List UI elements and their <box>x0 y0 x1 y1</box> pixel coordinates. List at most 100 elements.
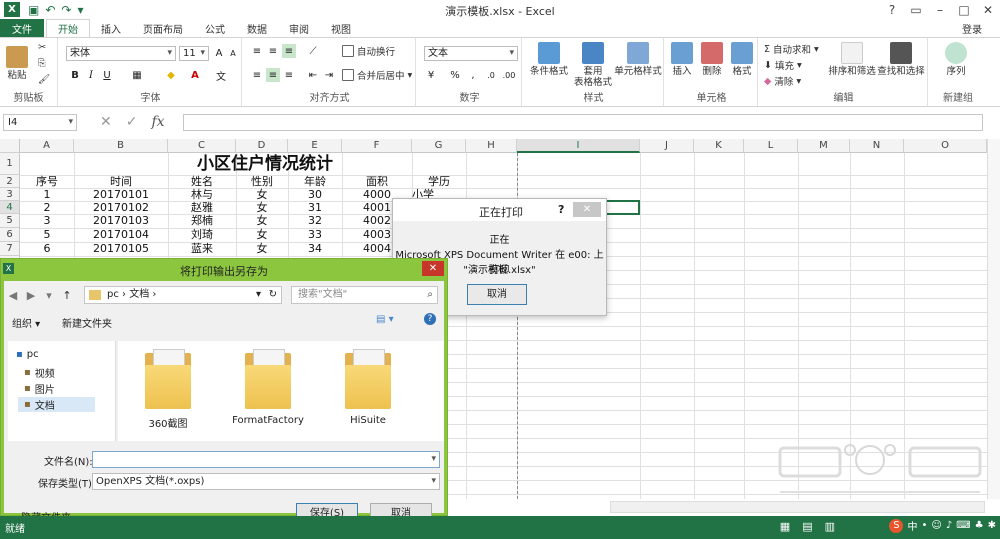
printing-close-icon[interactable]: ✕ <box>573 202 601 217</box>
bottom-align-icon[interactable]: ≡ <box>282 44 296 58</box>
nav-item-pictures[interactable]: ▪ 图片 <box>24 381 55 396</box>
decrease-decimal-icon[interactable]: .00 <box>502 68 516 82</box>
path-segment-pc[interactable]: pc <box>107 289 119 300</box>
number-format-select[interactable]: 文本 <box>424 46 518 61</box>
cancel-entry-icon[interactable]: ✕ <box>100 114 112 130</box>
column-header[interactable]: L <box>744 139 798 153</box>
cell[interactable]: 3 <box>20 214 74 228</box>
autosum-button[interactable]: Σ 自动求和 ▾ <box>764 42 819 57</box>
cell[interactable]: 20170105 <box>74 242 168 256</box>
cell[interactable]: 林与 <box>168 188 236 201</box>
column-header[interactable]: O <box>904 139 987 153</box>
align-right-icon[interactable]: ≡ <box>282 68 296 82</box>
cell[interactable]: 32 <box>288 214 342 228</box>
row-header[interactable]: 2 <box>0 175 20 188</box>
mic-icon[interactable]: ♪ <box>946 520 952 531</box>
format-painter-icon[interactable]: 🖌 <box>38 74 50 85</box>
tab-data[interactable]: 数据 <box>236 19 278 37</box>
filetype-select[interactable]: OpenXPS 文档(*.oxps) <box>92 473 440 490</box>
view-options-icon[interactable]: ▤ ▾ <box>376 314 394 325</box>
underline-button[interactable]: U <box>100 68 114 82</box>
align-left-icon[interactable]: ≡ <box>250 68 264 82</box>
fill-button[interactable]: ⬇ 填充 ▾ <box>764 58 802 73</box>
italic-button[interactable]: I <box>84 68 98 82</box>
normal-view-icon[interactable]: ▦ <box>780 520 790 533</box>
cell[interactable]: 女 <box>236 214 288 228</box>
cell[interactable]: 20170103 <box>74 214 168 228</box>
merge-center-button[interactable]: 合并后居中 ▾ <box>342 68 412 82</box>
cell[interactable]: 20170101 <box>74 188 168 201</box>
emoji-icon[interactable]: ☺ <box>931 520 941 531</box>
skin-icon[interactable]: ♣ <box>975 520 984 531</box>
customize-qat-icon[interactable]: ▾ <box>77 3 83 17</box>
cell[interactable]: 6 <box>20 242 74 256</box>
up-icon[interactable]: ↑ <box>58 286 76 304</box>
row-header[interactable]: 5 <box>0 214 20 228</box>
increase-decimal-icon[interactable]: .0 <box>484 68 498 82</box>
refresh-icon[interactable]: ↻ <box>269 287 277 303</box>
column-header[interactable]: M <box>798 139 850 153</box>
insert-function-icon[interactable]: fx <box>151 114 164 130</box>
conditional-format-button[interactable]: 条件格式 <box>528 42 570 77</box>
printing-help-icon[interactable]: ? <box>558 203 564 216</box>
keyboard-icon[interactable]: ⌨ <box>956 520 970 531</box>
column-header[interactable]: J <box>640 139 694 153</box>
row-header[interactable]: 4 <box>0 201 20 214</box>
cell[interactable]: 时间 <box>74 175 168 188</box>
cell[interactable]: 33 <box>288 228 342 242</box>
font-size-select[interactable]: 11 <box>179 46 209 61</box>
percent-icon[interactable]: % <box>448 68 462 82</box>
wrap-text-button[interactable]: 自动换行 <box>342 44 395 58</box>
column-header[interactable]: G <box>412 139 466 153</box>
redo-icon[interactable]: ↷ <box>61 3 71 17</box>
cell[interactable]: 女 <box>236 228 288 242</box>
page-break-view-icon[interactable]: ▥ <box>825 520 835 533</box>
delete-cells-button[interactable]: 删除 <box>698 42 726 77</box>
select-all-corner[interactable] <box>0 139 20 153</box>
fill-color-icon[interactable]: ◆ <box>164 68 178 82</box>
cell[interactable]: 序号 <box>20 175 74 188</box>
top-align-icon[interactable]: ≡ <box>250 44 264 58</box>
path-dropdown-icon[interactable]: ▾ <box>256 287 261 303</box>
punctuation-icon[interactable]: • <box>921 520 927 531</box>
column-header[interactable]: K <box>694 139 744 153</box>
font-color-icon[interactable]: A <box>188 68 202 82</box>
tab-formulas[interactable]: 公式 <box>194 19 236 37</box>
nav-item-pc[interactable]: ▪ pc <box>16 349 39 360</box>
sogou-icon[interactable]: S <box>889 518 904 533</box>
tab-insert[interactable]: 插入 <box>90 19 132 37</box>
recent-dropdown-icon[interactable]: ▾ <box>40 286 58 304</box>
middle-align-icon[interactable]: ≡ <box>266 44 280 58</box>
orientation-icon[interactable]: ⟋ <box>306 44 320 58</box>
cell[interactable]: 34 <box>288 242 342 256</box>
forward-icon[interactable]: ▶ <box>22 286 40 304</box>
back-icon[interactable]: ◀ <box>4 286 22 304</box>
login-link[interactable]: 登录 <box>962 21 982 36</box>
border-icon[interactable]: ▦ <box>130 68 144 82</box>
name-box[interactable]: I4 <box>3 114 77 131</box>
path-segment-documents[interactable]: 文档 <box>129 289 149 300</box>
path-box[interactable]: pc › 文档 › ▾ ↻ <box>84 286 282 304</box>
folder-360-screenshots[interactable]: 360截图 <box>128 347 208 430</box>
cell[interactable]: 女 <box>236 201 288 214</box>
cell[interactable]: 学历 <box>412 175 466 188</box>
close-icon[interactable]: ✕ <box>976 0 1000 19</box>
tab-review[interactable]: 审阅 <box>278 19 320 37</box>
column-header[interactable]: A <box>20 139 74 153</box>
save-icon[interactable]: ▣ <box>28 3 39 17</box>
ribbon-display-icon[interactable]: ▭ <box>904 0 928 19</box>
maximize-icon[interactable]: □ <box>952 0 976 19</box>
filename-input[interactable] <box>92 451 440 468</box>
column-header[interactable]: E <box>288 139 342 153</box>
column-header[interactable]: D <box>236 139 288 153</box>
sort-filter-button[interactable]: 排序和筛选 <box>828 42 876 77</box>
copy-icon[interactable]: ⎘ <box>38 58 46 69</box>
printing-cancel-button[interactable]: 取消 <box>467 284 527 305</box>
search-input[interactable]: 搜索"文档" ⌕ <box>291 286 438 304</box>
format-as-table-button[interactable]: 套用 表格格式 <box>570 42 616 88</box>
page-layout-view-icon[interactable]: ▤ <box>802 520 812 533</box>
cell[interactable]: 刘琦 <box>168 228 236 242</box>
cell[interactable]: 蓝来 <box>168 242 236 256</box>
minimize-icon[interactable]: – <box>928 0 952 19</box>
currency-icon[interactable]: ¥ <box>424 68 438 82</box>
